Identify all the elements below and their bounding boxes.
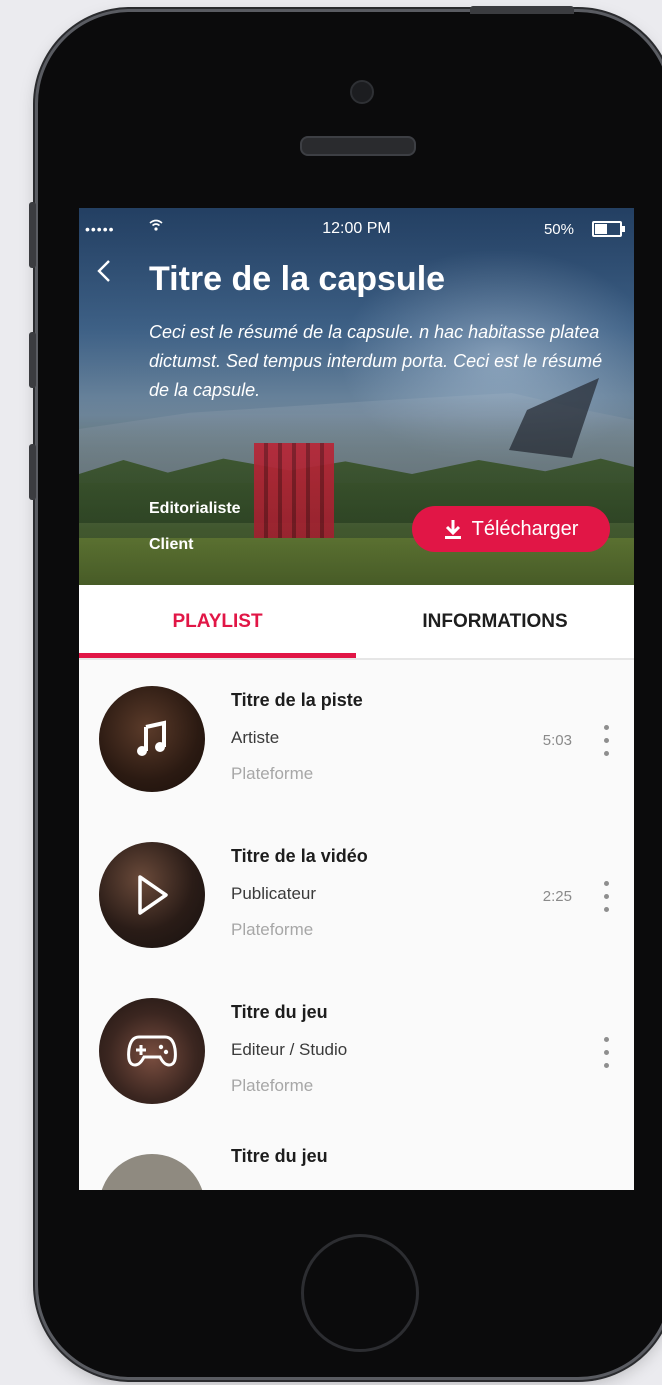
playlist-list: Titre de la piste Artiste Plateforme 5:0… (79, 660, 634, 1190)
front-camera (350, 80, 374, 104)
capsule-title: Titre de la capsule (149, 260, 446, 298)
item-studio: Editeur / Studio (231, 1040, 348, 1059)
tab-playlist[interactable]: PLAYLIST (79, 585, 356, 658)
list-item[interactable]: Titre de la vidéo Publicateur Plateforme… (79, 816, 634, 972)
client-label: Client (149, 536, 194, 553)
capsule-hero: ••••• 12:00 PM 50% Titre de la capsule C… (79, 208, 634, 585)
list-item[interactable]: Titre du jeu Editeur / Studio Plateforme (79, 972, 634, 1128)
mute-switch (29, 202, 36, 268)
item-title[interactable]: Titre du jeu (231, 1002, 328, 1023)
more-options-icon[interactable] (600, 723, 614, 759)
tab-bar: PLAYLIST INFORMATIONS (79, 585, 634, 660)
item-title[interactable]: Titre du jeu (231, 1146, 328, 1167)
list-item[interactable]: Titre du jeu (79, 1128, 634, 1190)
music-note-icon (99, 686, 205, 792)
home-button[interactable] (301, 1234, 419, 1352)
item-platform: Plateforme (231, 764, 314, 783)
game-thumbnail[interactable] (99, 1154, 205, 1190)
download-button[interactable]: Télécharger (412, 506, 610, 552)
item-publisher: Publicateur (231, 884, 317, 903)
gamepad-icon (99, 998, 205, 1104)
item-title[interactable]: Titre de la piste (231, 690, 363, 711)
app-screen: ••••• 12:00 PM 50% Titre de la capsule C… (79, 208, 634, 1190)
item-platform: Plateforme (231, 1076, 314, 1095)
battery-icon (592, 221, 625, 237)
item-duration: 5:03 (542, 732, 572, 749)
capsule-summary: Ceci est le résumé de la capsule. n hac … (149, 322, 603, 400)
volume-up-button (29, 332, 36, 388)
video-thumbnail[interactable] (99, 842, 205, 948)
more-options-icon[interactable] (600, 879, 614, 915)
editorialist-label: Editorialiste (149, 500, 241, 517)
power-button (470, 6, 574, 14)
back-icon[interactable] (95, 258, 113, 292)
item-artist: Artiste (231, 728, 280, 747)
download-icon (444, 519, 462, 539)
battery-fill (595, 224, 607, 234)
active-tab-indicator (79, 653, 356, 658)
status-bar: ••••• 12:00 PM 50% (79, 208, 634, 248)
play-icon (99, 842, 205, 948)
track-thumbnail[interactable] (99, 686, 205, 792)
battery-percent: 50% (543, 221, 574, 238)
tab-informations[interactable]: INFORMATIONS (356, 585, 634, 658)
list-item[interactable]: Titre de la piste Artiste Plateforme 5:0… (79, 660, 634, 816)
item-platform: Plateforme (231, 920, 314, 939)
more-options-icon[interactable] (600, 1035, 614, 1071)
volume-down-button (29, 444, 36, 500)
item-duration: 2:25 (542, 888, 572, 905)
download-label: Télécharger (471, 517, 579, 540)
earpiece-speaker (300, 136, 416, 156)
game-thumbnail[interactable] (99, 998, 205, 1104)
item-title[interactable]: Titre de la vidéo (231, 846, 368, 867)
